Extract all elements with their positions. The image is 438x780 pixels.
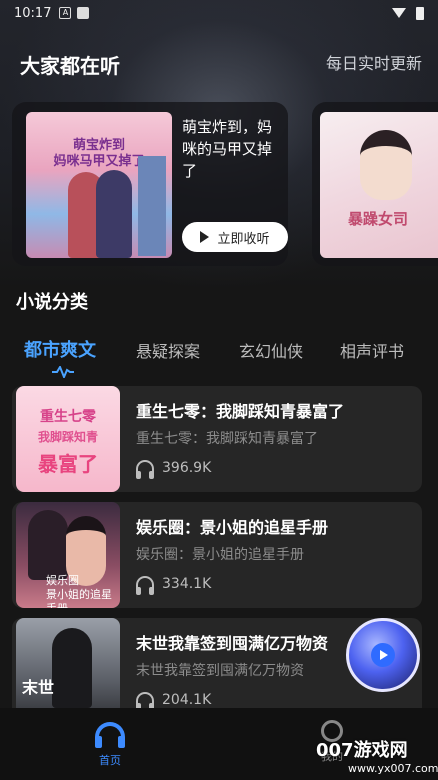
book-list-item[interactable]: 重生七零 我脚踩知青 暴富了 重生七零：我脚踩知青暴富了 重生七零：我脚踩知青暴… [12, 386, 422, 492]
featured-title[interactable]: 萌宝炸到，妈咪的马甲又掉了 [182, 116, 284, 182]
cover-text: 娱乐圈 景小姐的追星手册 [46, 574, 120, 608]
nav-home-label: 首页 [99, 754, 121, 767]
tab-urban[interactable]: 都市爽文 [24, 336, 96, 362]
play-count: 334.1K [136, 576, 212, 595]
cover-figure [360, 130, 412, 200]
book-subtitle: 重生七零：我脚踩知青暴富了 [136, 431, 318, 447]
play-icon [200, 231, 210, 243]
book-subtitle: 娱乐圈：景小姐的追星手册 [136, 547, 304, 563]
book-title: 末世我靠签到囤满亿万物资 [136, 634, 329, 653]
status-time: 10:17 [14, 5, 52, 21]
category-tabs: 都市爽文 悬疑探案 玄幻仙侠 相声评书 [0, 338, 438, 378]
notification-a-icon: A [59, 7, 72, 19]
play-count-value: 204.1K [162, 692, 212, 708]
cover-title: 暴躁女司 [348, 210, 409, 228]
headphones-icon [136, 576, 154, 595]
listen-now-button[interactable]: 立即收听 [182, 222, 288, 252]
tab-mystery[interactable]: 悬疑探案 [136, 338, 200, 362]
battery-icon [416, 6, 424, 20]
cover-figure [52, 628, 92, 708]
category-section-title: 小说分类 [16, 292, 88, 313]
book-list-item[interactable]: 娱乐圈 景小姐的追星手册 娱乐圈：景小姐的追星手册 娱乐圈：景小姐的追星手册 3… [12, 502, 422, 608]
notification-square-icon [77, 7, 90, 19]
book-title: 重生七零：我脚踩知青暴富了 [136, 402, 345, 421]
book-cover[interactable]: 娱乐圈 景小姐的追星手册 [16, 502, 120, 608]
play-count-value: 334.1K [162, 576, 212, 592]
wifi-icon [392, 8, 406, 18]
cover-building [138, 156, 166, 256]
listen-now-label: 立即收听 [217, 231, 270, 247]
floating-player-button[interactable] [346, 618, 420, 692]
featured-cover[interactable]: 暴躁女司 [320, 112, 438, 258]
play-count: 204.1K [136, 692, 212, 711]
cover-text: 我脚踩知青 [37, 430, 98, 444]
cover-text: 末世 [22, 678, 55, 697]
watermark: 007游戏网 [316, 740, 408, 761]
cover-title-line: 萌宝炸到 [72, 138, 125, 153]
book-subtitle: 末世我靠签到囤满亿万物资 [136, 663, 304, 679]
nav-home[interactable]: 首页 [88, 722, 132, 768]
featured-cover[interactable]: 萌宝炸到 妈咪马甲又掉了 [26, 112, 172, 258]
cover-text-line: 娱乐圈 [46, 574, 79, 587]
watermark-url: www.yx007.com [348, 762, 438, 775]
book-cover[interactable]: 重生七零 我脚踩知青 暴富了 [16, 386, 120, 492]
tab-crosstalk[interactable]: 相声评书 [340, 338, 404, 362]
cover-text: 暴富了 [38, 452, 98, 476]
featured-card[interactable]: 萌宝炸到 妈咪马甲又掉了 萌宝炸到，妈咪的马甲又掉了 立即收听 [12, 102, 288, 266]
cover-figure [28, 510, 68, 580]
book-title: 娱乐圈：景小姐的追星手册 [136, 518, 329, 537]
headphones-home-icon [95, 722, 125, 748]
headphones-icon [136, 692, 154, 711]
cover-text-line: 景小姐的追星手册 [46, 588, 112, 608]
headphones-icon [136, 460, 154, 479]
daily-update-label: 每日实时更新 [325, 54, 422, 73]
cover-text: 重生七零 [40, 409, 96, 425]
play-count-value: 396.9K [162, 460, 212, 476]
tab-fantasy[interactable]: 玄幻仙侠 [239, 338, 303, 362]
status-bar: 10:17 A [0, 0, 438, 26]
featured-card[interactable]: 暴躁女司 [312, 102, 438, 266]
play-count: 396.9K [136, 460, 212, 479]
active-tab-wave-icon [52, 366, 74, 378]
play-icon [371, 643, 395, 667]
cover-figure [96, 170, 132, 258]
page-title: 大家都在听 [20, 54, 120, 78]
